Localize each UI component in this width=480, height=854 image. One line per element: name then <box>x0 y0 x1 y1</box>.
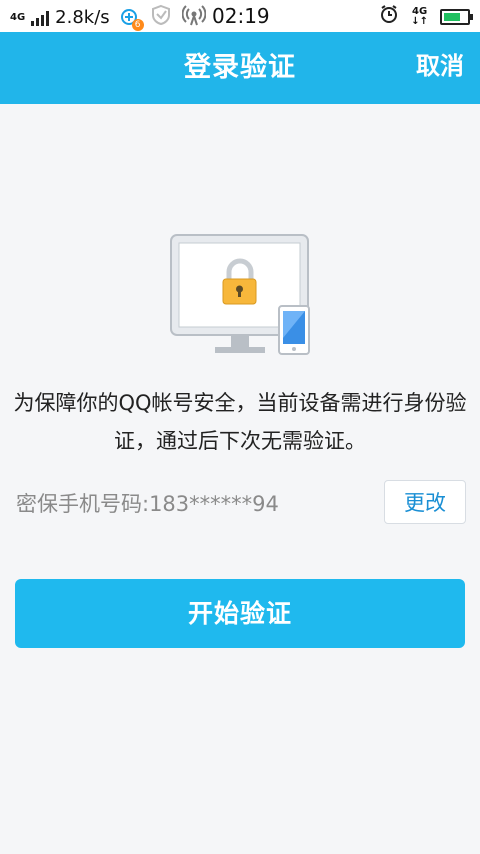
title-bar: 登录验证 取消 <box>0 32 480 104</box>
notification-icon: 6 <box>120 8 144 31</box>
change-phone-button[interactable]: 更改 <box>384 480 466 524</box>
start-verification-button[interactable]: 开始验证 <box>15 579 465 648</box>
network-type-right: 4G <box>412 5 428 17</box>
wifi-hotspot-icon <box>181 4 207 31</box>
signal-icon <box>31 10 50 26</box>
data-arrows-icon: 4G ↓↑ <box>411 5 428 27</box>
phone-row: 密保手机号码:183******94 更改 <box>16 480 466 526</box>
verification-illustration <box>170 234 312 358</box>
security-phone-label: 密保手机号码:183******94 <box>16 492 279 516</box>
page-title: 登录验证 <box>184 52 296 83</box>
phone-icon <box>278 305 310 355</box>
status-bar: 4G 2.8k/s 6 02:19 4G ↓↑ <box>0 0 480 32</box>
verification-message: 为保障你的QQ帐号安全，当前设备需进行身份验证，通过后下次无需验证。 <box>13 391 467 453</box>
alarm-icon <box>379 4 399 29</box>
battery-icon <box>440 8 473 25</box>
network-type: 4G <box>10 12 26 23</box>
clock: 02:19 <box>212 4 270 28</box>
network-speed: 2.8k/s <box>55 7 110 28</box>
notification-badge: 6 <box>131 18 144 31</box>
cancel-button[interactable]: 取消 <box>416 32 464 100</box>
shield-icon <box>150 4 172 31</box>
